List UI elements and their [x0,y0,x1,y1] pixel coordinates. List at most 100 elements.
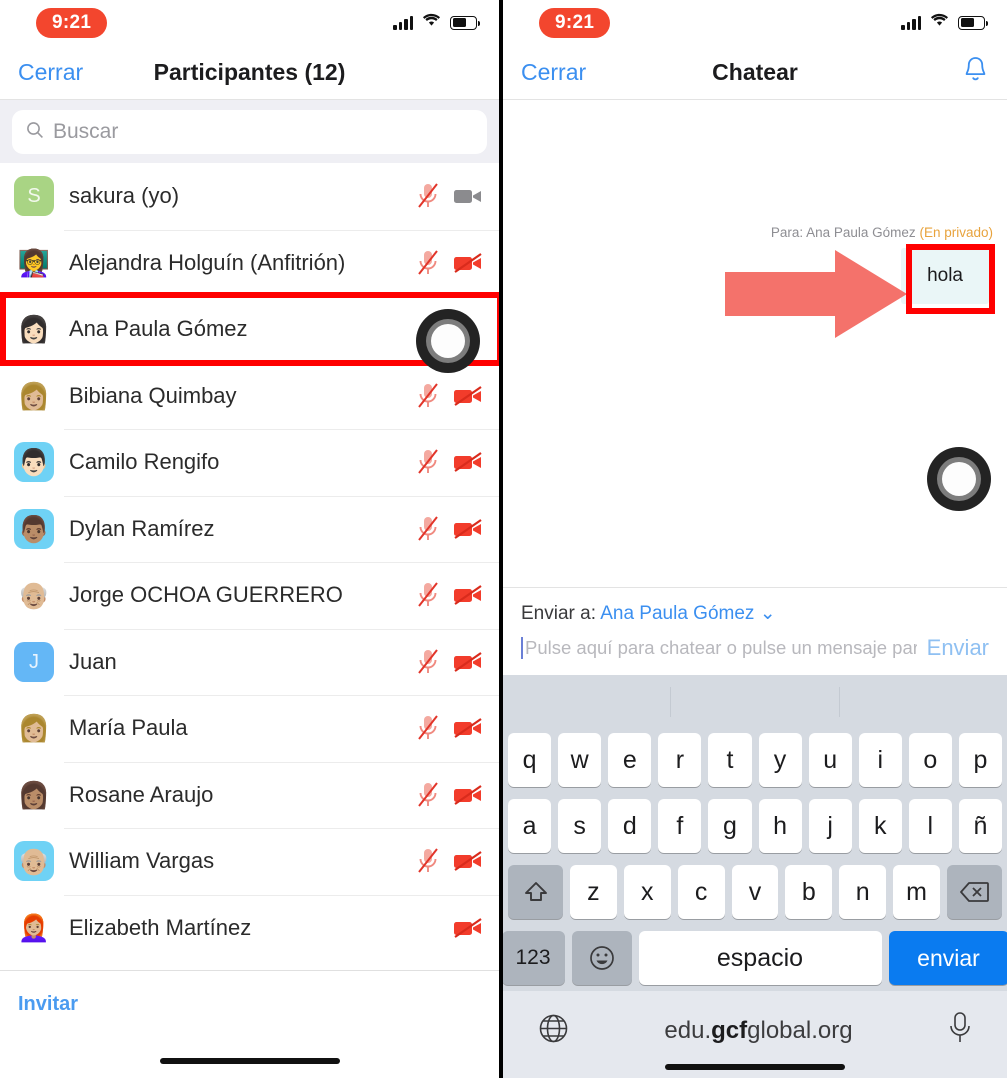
participant-status-icons [417,781,483,809]
key-z[interactable]: z [570,865,617,919]
mic-muted-icon[interactable] [417,448,439,476]
avatar: J [14,641,54,682]
camera-off-icon[interactable] [453,784,483,806]
send-button[interactable]: Enviar [927,635,989,661]
navbar-chat: Cerrar Chatear [503,45,1007,100]
emoji-icon[interactable] [571,931,632,985]
key-m[interactable]: m [893,865,941,919]
key-a[interactable]: a [508,799,552,853]
camera-off-icon[interactable] [453,252,483,274]
key-f[interactable]: f [658,799,702,853]
key-i[interactable]: i [858,733,902,787]
participant-row[interactable]: 👩‍🏫 Alejandra Holguín (Anfitrión) [0,229,499,296]
bell-icon[interactable] [962,55,989,89]
key-e[interactable]: e [608,733,652,787]
key-u[interactable]: u [808,733,852,787]
search-placeholder: Buscar [53,120,119,143]
microphone-icon[interactable] [947,1011,973,1050]
battery-icon [450,15,480,30]
mic-muted-icon[interactable] [417,648,439,676]
mic-muted-icon[interactable] [417,781,439,809]
key-l[interactable]: l [908,799,952,853]
globe-icon[interactable] [537,1012,570,1050]
participant-row[interactable]: 👴🏼 Jorge OCHOA GUERRERO [0,562,499,629]
participant-row[interactable]: 👩🏼‍🦰 Elizabeth Martínez [0,894,499,961]
mic-muted-icon[interactable] [417,847,439,875]
camera-off-icon[interactable] [453,850,483,872]
key-q[interactable]: q [508,733,552,787]
participant-row[interactable]: 👨🏽 Dylan Ramírez [0,495,499,562]
send-to-row[interactable]: Enviar a: Ana Paula Gómez ⌄ [503,587,1007,625]
participant-name: William Vargas [69,848,215,874]
participant-name: Camilo Rengifo [69,449,220,475]
key-o[interactable]: o [908,733,952,787]
participant-row[interactable]: 👩🏼 Bibiana Quimbay [0,362,499,429]
predictive-text-bar [503,675,1007,727]
numbers-key[interactable]: 123 [503,931,565,985]
participant-row[interactable]: Ssakura (yo) [0,163,499,230]
camera-off-icon[interactable] [453,917,483,939]
search-input[interactable]: Buscar [12,110,487,154]
key-j[interactable]: j [808,799,852,853]
key-x[interactable]: x [623,865,671,919]
camera-off-icon[interactable] [453,584,483,606]
message-composer[interactable]: Pulse aquí para chatear o pulse un mensa… [503,625,1007,675]
mic-muted-icon[interactable] [417,581,439,609]
key-h[interactable]: h [758,799,802,853]
keyboard-row-4: 123 espacio enviar [503,925,1007,991]
key-g[interactable]: g [708,799,752,853]
camera-off-icon[interactable] [453,385,483,407]
camera-off-icon[interactable] [453,518,483,540]
right-arrow-annotation [725,250,907,338]
chat-message-bubble: hola [901,248,989,304]
invite-button[interactable]: Invitar [18,993,78,1015]
dual-phone-screenshot: 9:21 Cerrar Participantes (12) Buscar Ss… [0,0,1007,1078]
send-to-recipient[interactable]: Ana Paula Gómez [600,603,754,624]
mic-muted-icon[interactable] [417,382,439,410]
participants-list: Ssakura (yo) 👩‍🏫 Alejandra Holguín (Anfitr… [0,163,499,961]
camera-off-icon[interactable] [453,717,483,739]
mic-muted-icon[interactable] [417,515,439,543]
key-d[interactable]: d [608,799,652,853]
shift-icon[interactable] [508,865,563,919]
mic-muted-icon[interactable] [417,249,439,277]
camera-off-icon[interactable] [453,651,483,673]
home-indicator-right [665,1064,845,1070]
key-t[interactable]: t [708,733,752,787]
close-button-right[interactable]: Cerrar [521,59,586,86]
chevron-down-icon[interactable]: ⌄ [760,603,776,624]
participant-row[interactable]: 👨🏻 Camilo Rengifo [0,429,499,496]
cursor-ring-right [927,447,991,511]
participant-name: María Paula [69,715,188,741]
key-n[interactable]: n [839,865,887,919]
participant-row[interactable]: 👩🏼 María Paula [0,695,499,762]
key-y[interactable]: y [758,733,802,787]
mic-muted-icon[interactable] [417,714,439,742]
status-time: 9:21 [36,7,108,38]
url-bold: gcf [711,1016,748,1044]
key-w[interactable]: w [558,733,602,787]
url-text[interactable]: edu.gcfglobal.org [570,1017,947,1045]
key-r[interactable]: r [658,733,702,787]
url-prefix: edu. [664,1016,712,1044]
close-button-left[interactable]: Cerrar [18,59,83,86]
key-s[interactable]: s [558,799,602,853]
key-p[interactable]: p [958,733,1002,787]
camera-icon[interactable] [453,185,483,207]
key-c[interactable]: c [677,865,725,919]
key-k[interactable]: k [858,799,902,853]
message-input-placeholder[interactable]: Pulse aquí para chatear o pulse un mensa… [525,637,917,659]
backspace-icon[interactable] [947,865,1003,919]
camera-off-icon[interactable] [453,451,483,473]
return-send-key[interactable]: enviar [888,931,1007,985]
avatar: 👴🏼 [14,575,54,616]
participant-row[interactable]: 👩🏽 Rosane Araujo [0,761,499,828]
participant-row[interactable]: 👴🏼 William Vargas [0,828,499,895]
key-v[interactable]: v [731,865,779,919]
participant-row[interactable]: J Juan [0,628,499,695]
avatar: 👩‍🏫 [14,242,54,283]
space-key[interactable]: espacio [638,931,882,985]
key-b[interactable]: b [785,865,833,919]
key-ñ[interactable]: ñ [958,799,1002,853]
mic-muted-icon[interactable] [417,182,439,210]
